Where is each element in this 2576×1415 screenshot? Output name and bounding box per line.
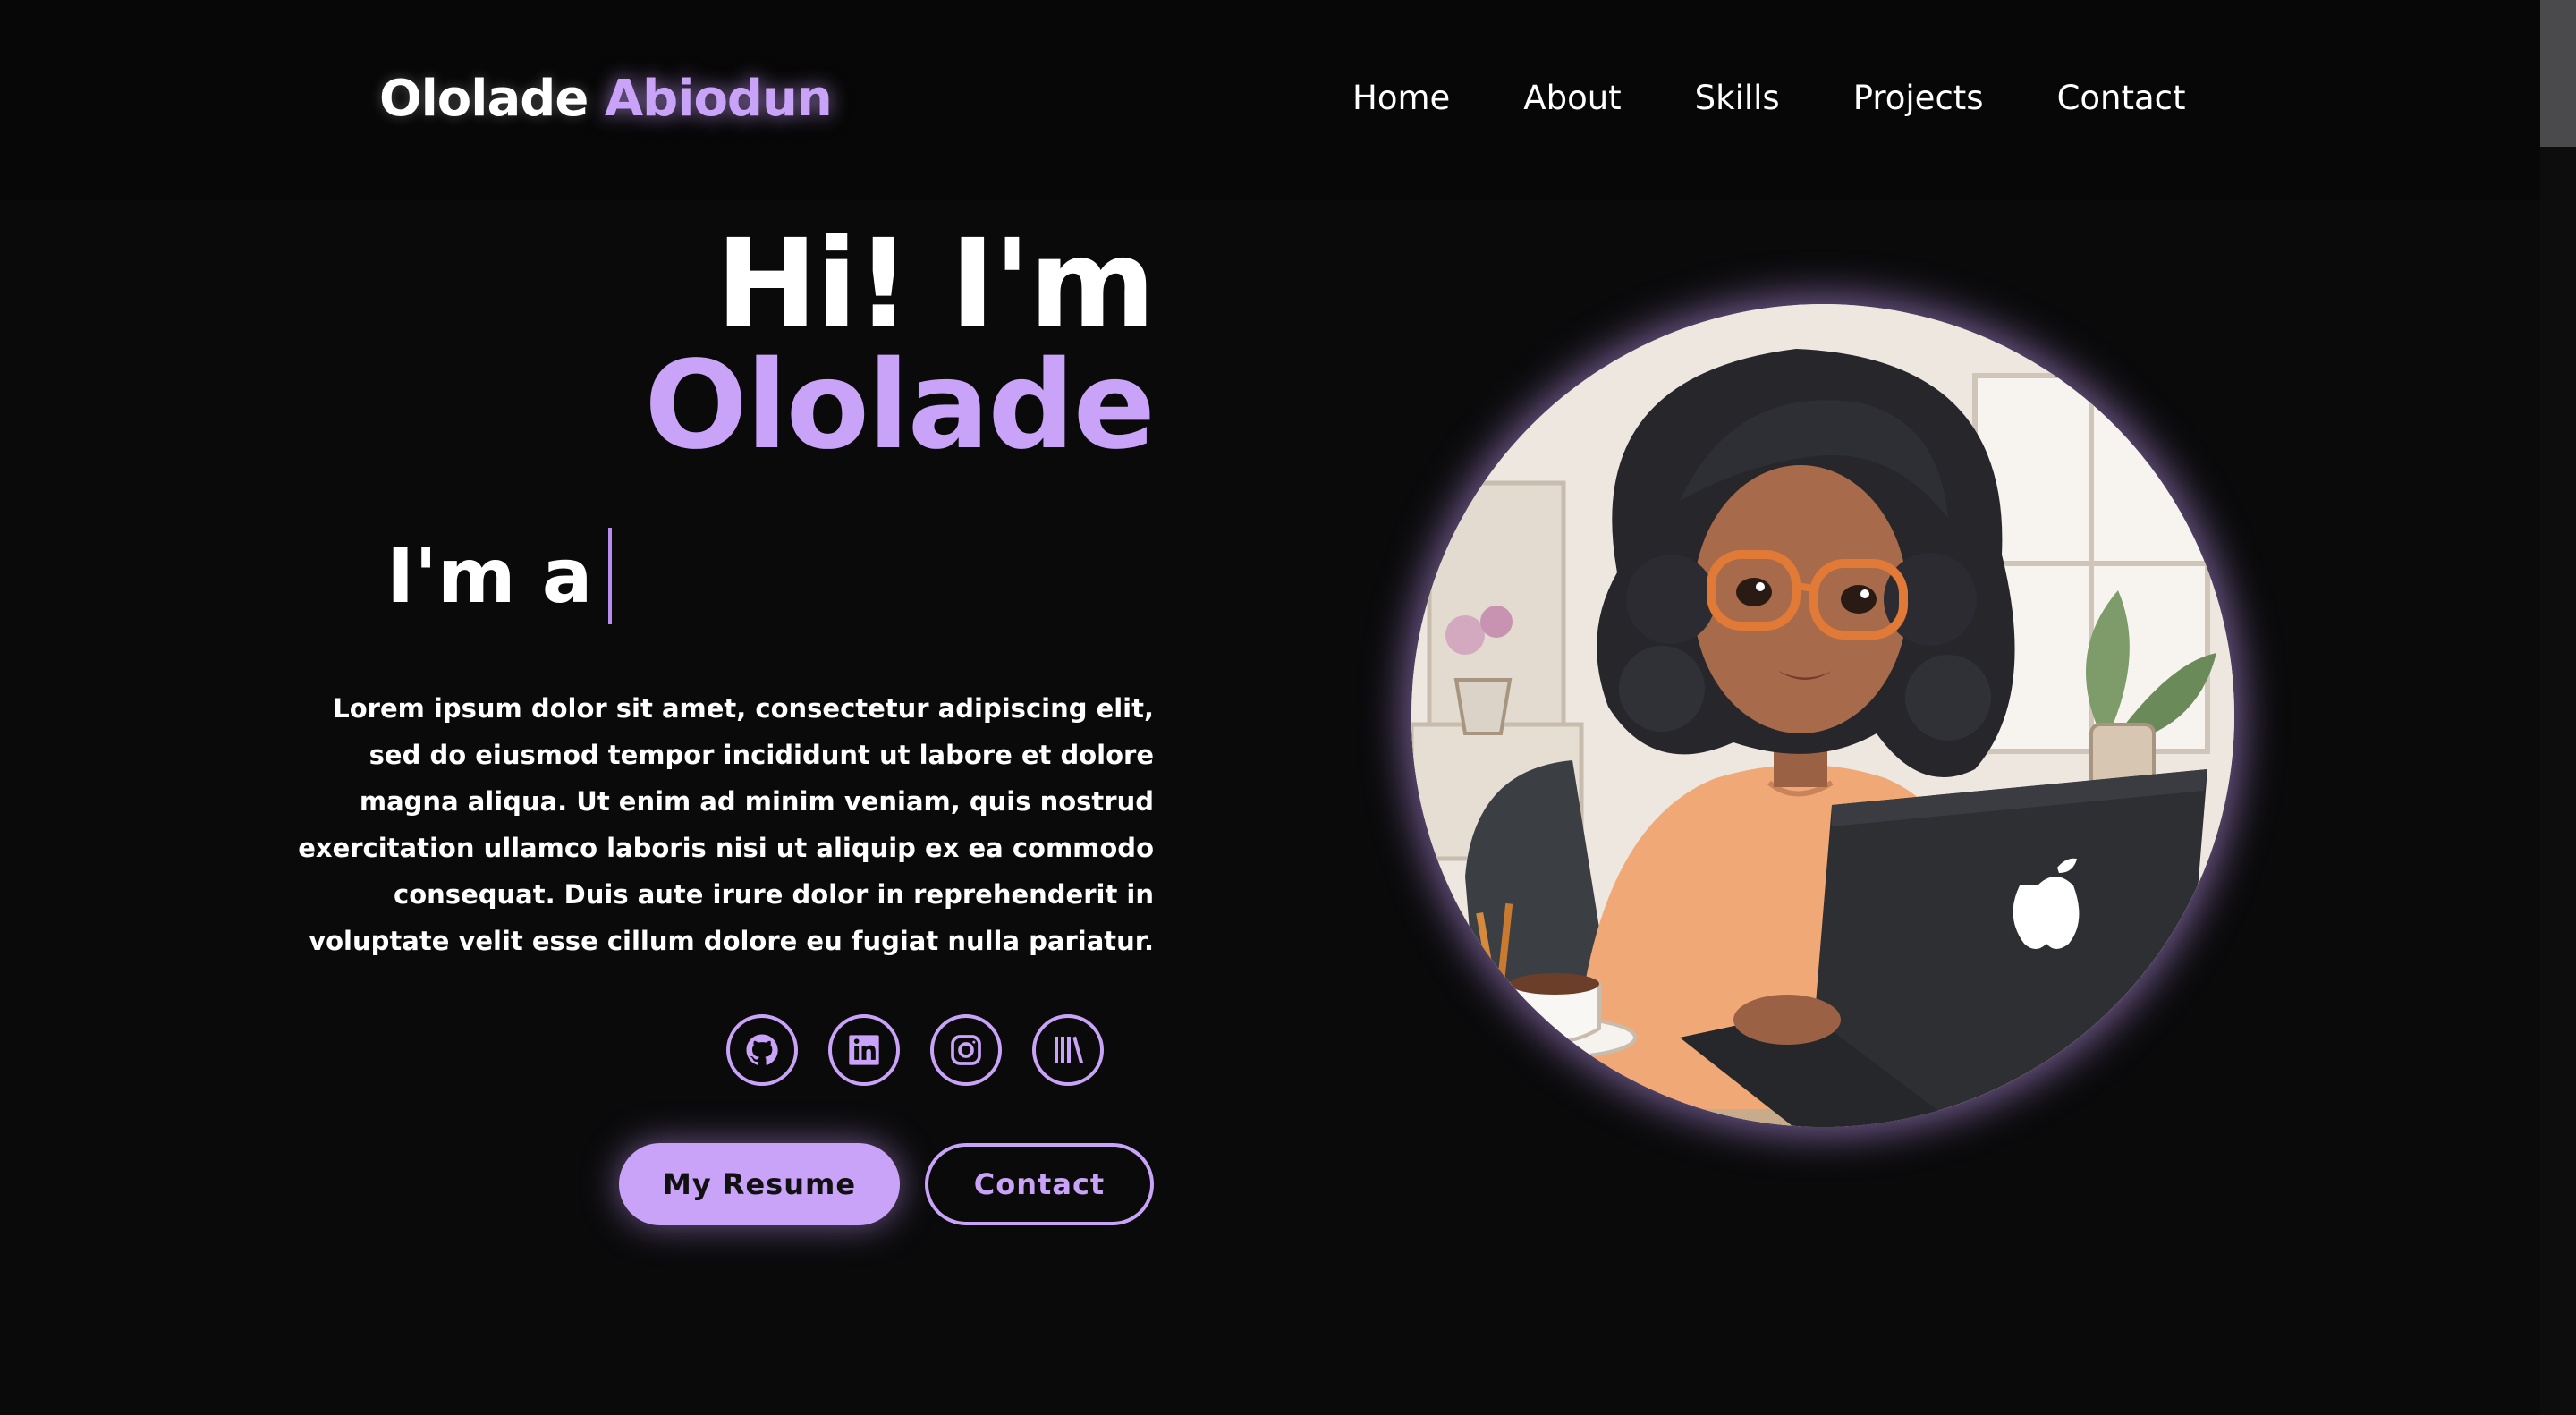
avatar-illustration — [1411, 304, 2234, 1127]
social-links — [726, 1014, 1104, 1086]
linkedin-icon — [849, 1035, 879, 1065]
hero-name: Ololade — [644, 335, 1156, 477]
nav-about-link[interactable]: About — [1523, 79, 1621, 117]
hero-greeting: Hi! I'm — [716, 214, 1156, 355]
nav-projects-link[interactable]: Projects — [1853, 79, 1984, 117]
scrollbar-thumb[interactable] — [2540, 0, 2576, 147]
page-scrollbar[interactable] — [2540, 0, 2576, 1415]
hero-heading: Hi! I'm Ololade — [268, 214, 1156, 477]
library-icon — [1055, 1036, 1083, 1064]
navbar: Ololade Abiodun Home About Skills Projec… — [0, 0, 2540, 200]
nav-skills-link[interactable]: Skills — [1695, 79, 1780, 117]
github-link[interactable] — [726, 1014, 798, 1086]
typing-caret — [608, 528, 613, 624]
nav-contact-link[interactable]: Contact — [2057, 79, 2186, 117]
hero-bio: Lorem ipsum dolor sit amet, consectetur … — [298, 693, 1154, 956]
my-resume-button[interactable]: My Resume — [619, 1143, 900, 1225]
main-nav: Home About Skills Projects Contact — [1352, 79, 2186, 117]
typing-prefix: I'm a — [386, 532, 593, 620]
github-icon — [746, 1034, 778, 1065]
linkedin-link[interactable] — [828, 1014, 900, 1086]
logo-last-name: Abiodun — [604, 70, 833, 128]
instagram-icon — [951, 1035, 981, 1065]
instagram-link[interactable] — [930, 1014, 1002, 1086]
nav-home-link[interactable]: Home — [1352, 79, 1450, 117]
library-link[interactable] — [1032, 1014, 1104, 1086]
site-logo[interactable]: Ololade Abiodun — [379, 70, 833, 128]
contact-button[interactable]: Contact — [925, 1143, 1154, 1225]
typing-text: I'm a — [386, 528, 613, 624]
logo-first-name: Ololade — [379, 70, 589, 128]
profile-illustration — [1411, 304, 2234, 1127]
